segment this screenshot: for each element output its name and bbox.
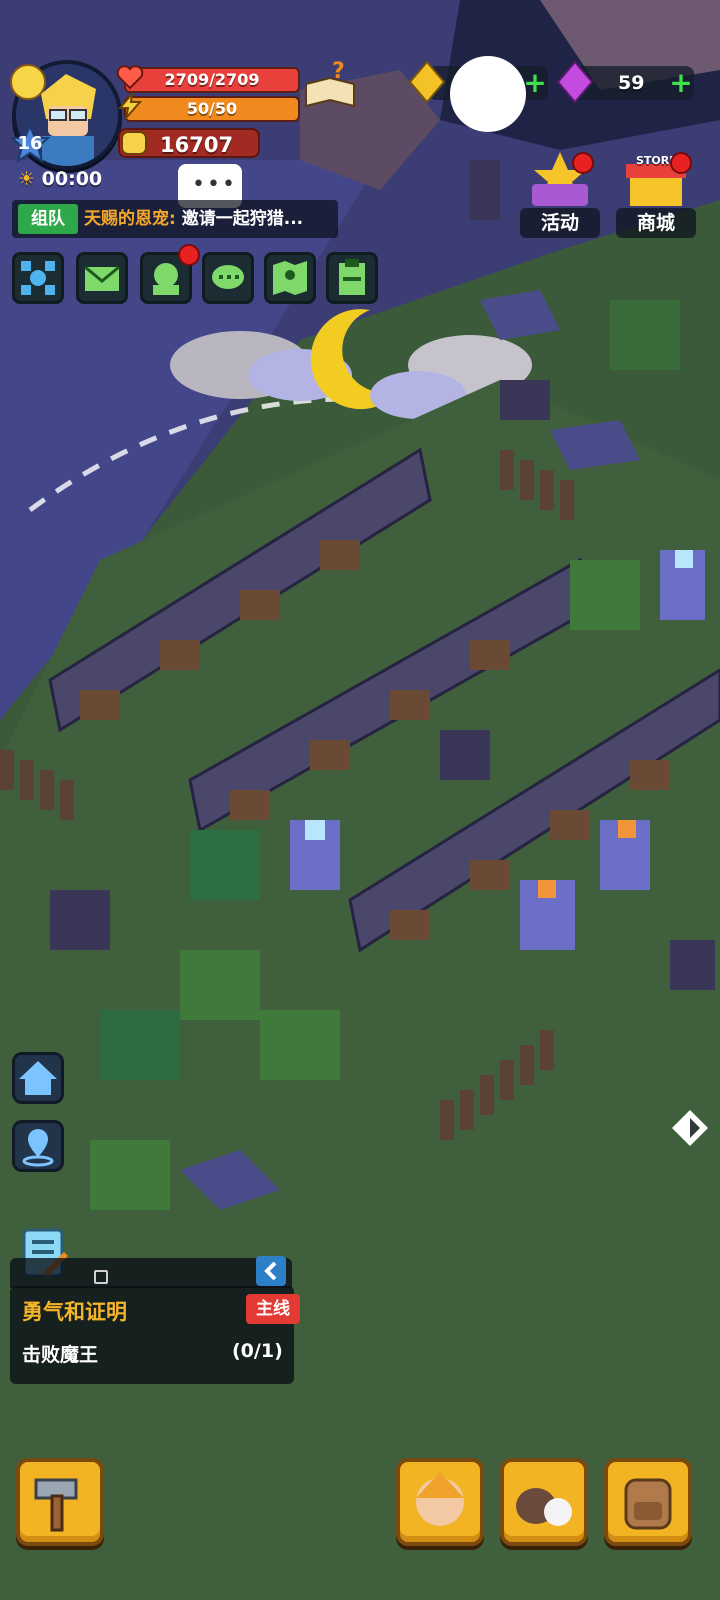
team-message: 天赐的恩宠: 邀请一起狩猎...: [84, 204, 303, 234]
level-number: 16: [17, 133, 43, 154]
energy-value: 50/50: [186, 99, 238, 118]
build-hammer-icon: [34, 1478, 78, 1532]
svg-text:?: ?: [332, 60, 345, 84]
chat-button[interactable]: [202, 252, 254, 304]
quest-checkbox[interactable]: [94, 1270, 108, 1284]
lightning-icon: [116, 90, 144, 122]
quest-progress: (0/1): [232, 1340, 283, 1362]
events-label: 活动: [520, 208, 600, 238]
collapse-quest-button[interactable]: [256, 1256, 286, 1286]
add-gem-button[interactable]: +: [668, 69, 694, 97]
npc-thought-bubble: [450, 56, 526, 132]
hero-icon: [416, 1472, 464, 1526]
day-timer: ☀ 00:00: [18, 168, 102, 190]
shop-notification-dot: [670, 152, 692, 174]
gem-value: 59: [618, 72, 645, 94]
health-value: 2709/2709: [164, 70, 260, 89]
network-icon: [21, 261, 55, 295]
quest-panel-header: [10, 1258, 292, 1288]
timer-text: 00:00: [41, 168, 103, 190]
team-message-highlight: 天赐的恩宠:: [84, 209, 176, 229]
mail-button[interactable]: [76, 252, 128, 304]
compass-button[interactable]: [668, 1106, 712, 1150]
map-button[interactable]: [264, 252, 316, 304]
backpack-button[interactable]: [604, 1458, 692, 1546]
gem-icon: [556, 60, 594, 104]
quest-title: 勇气和证明: [22, 1300, 127, 1324]
gold-coin-icon: [408, 60, 446, 104]
chat-icon: [212, 265, 244, 289]
power-fist-icon: [116, 126, 152, 160]
quest-book-icon: ?: [305, 59, 355, 108]
level-badge: 16: [9, 123, 51, 164]
quest-book-button[interactable]: ?: [302, 59, 358, 110]
power-value: 16707: [160, 133, 234, 157]
pets-button[interactable]: [500, 1458, 588, 1546]
home-button[interactable]: [12, 1052, 64, 1104]
compass-icon: [672, 1110, 708, 1146]
clipboard-icon: [339, 259, 365, 295]
team-message-text: 邀请一起狩猎...: [175, 209, 304, 229]
location-pin-icon: [22, 1129, 54, 1167]
team-tag: 组队: [18, 204, 78, 234]
home-icon: [19, 1061, 57, 1095]
tasks-button[interactable]: [326, 252, 378, 304]
emoji-icon: [10, 64, 46, 100]
map-icon: [273, 261, 307, 295]
events-notification-dot: [572, 152, 594, 174]
collapse-arrow-icon: [264, 1261, 277, 1281]
shop-label: 商城: [616, 208, 696, 238]
sun-icon: ☀: [18, 168, 36, 190]
friends-notification-dot: [178, 244, 200, 266]
pets-icon: [516, 1488, 572, 1526]
hero-button[interactable]: [396, 1458, 484, 1546]
mail-icon: [84, 265, 120, 291]
health-bar: 2709/2709: [124, 67, 300, 93]
backpack-icon: [624, 1478, 672, 1530]
energy-bar: 50/50: [124, 96, 300, 122]
location-button[interactable]: [12, 1120, 64, 1172]
build-button[interactable]: [16, 1458, 104, 1546]
heart-icon: [116, 64, 144, 90]
network-button[interactable]: [12, 252, 64, 304]
quest-type-badge: 主线: [246, 1294, 300, 1324]
quest-task: 击败魔王: [22, 1344, 99, 1366]
